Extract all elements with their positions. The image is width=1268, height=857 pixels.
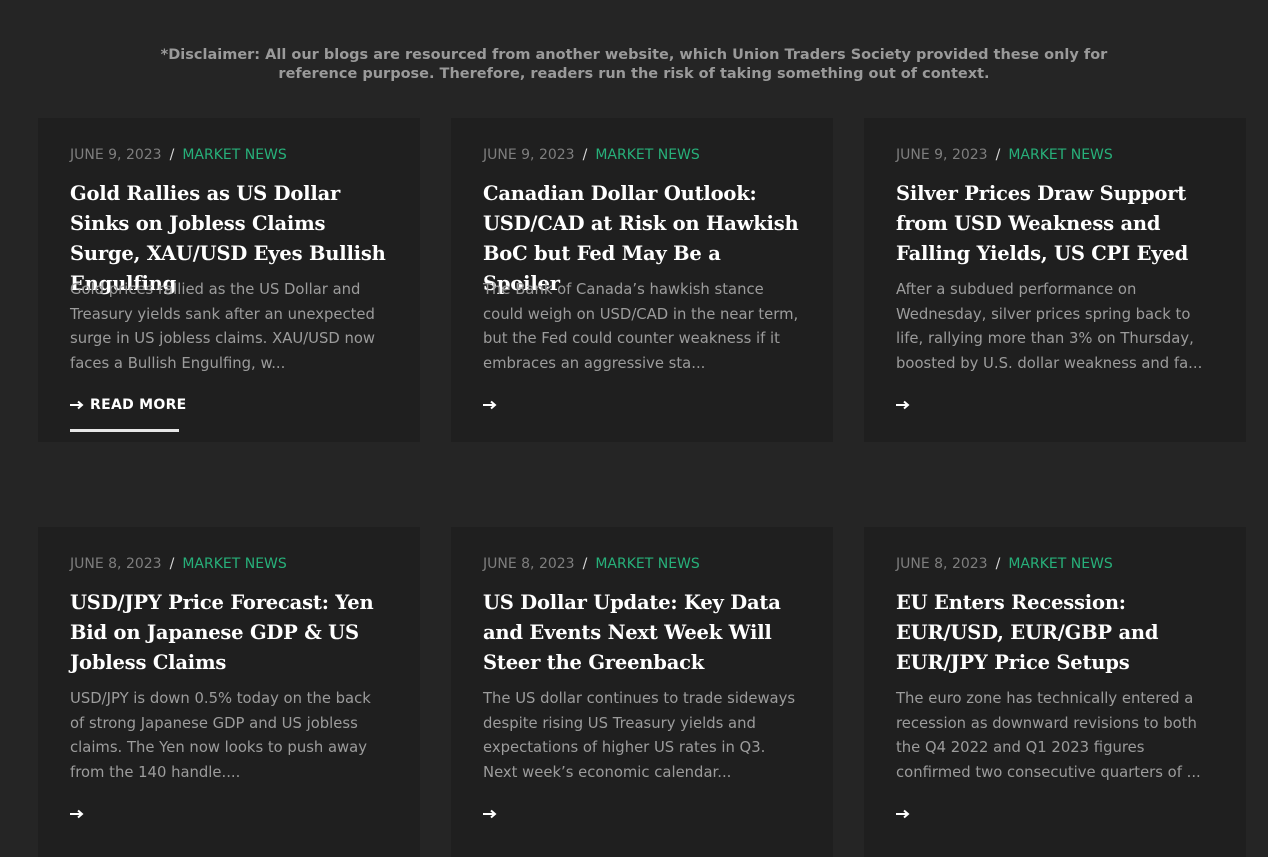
post-category-link[interactable]: MARKET NEWS [595,147,699,163]
blog-card: JUNE 9, 2023 / MARKET NEWS Gold Rallies as… [38,118,420,442]
arrow-right-icon [70,809,84,819]
post-excerpt: The US dollar continues to trade sideway… [483,690,796,781]
post-category-link[interactable]: MARKET NEWS [1008,147,1112,163]
disclaimer-line-1: *Disclaimer: All our blogs are resourced… [160,47,1108,63]
post-category-link[interactable]: MARKET NEWS [595,556,699,572]
post-excerpt: USD/JPY is down 0.5% today on the back o… [70,690,371,781]
post-excerpt: The Bank of Canada’s hawkish stance coul… [483,281,799,372]
post-date: JUNE 8, 2023 [896,556,988,572]
post-title-link[interactable]: US Dollar Update: Key Data and Events Ne… [483,588,801,678]
post-category-link[interactable]: MARKET NEWS [1008,556,1112,572]
disclaimer-line-2: reference purpose. Therefore, readers ru… [278,66,990,82]
post-meta: JUNE 8, 2023 / MARKET NEWS [896,555,1214,573]
post-meta: JUNE 8, 2023 / MARKET NEWS [70,555,388,573]
post-category-link[interactable]: MARKET NEWS [182,556,286,572]
meta-separator: / [582,556,588,572]
post-date: JUNE 8, 2023 [483,556,575,572]
blog-card: JUNE 8, 2023 / MARKET NEWS EU Enters Reces… [864,527,1246,857]
blog-card: JUNE 8, 2023 / MARKET NEWS US Dollar Updat… [451,527,833,857]
post-excerpt: The euro zone has technically entered a … [896,690,1201,781]
blog-card: JUNE 9, 2023 / MARKET NEWS Canadian Dollar… [451,118,833,442]
post-meta: JUNE 9, 2023 / MARKET NEWS [70,146,388,164]
post-date: JUNE 8, 2023 [70,556,162,572]
post-title-link[interactable]: Gold Rallies as US Dollar Sinks on Joble… [70,179,388,295]
meta-separator: / [169,556,175,572]
read-more-button[interactable] [483,804,801,824]
blog-card: JUNE 9, 2023 / MARKET NEWS Silver Prices D… [864,118,1246,442]
blog-page: *Disclaimer: All our blogs are resourced… [0,0,1268,857]
post-date: JUNE 9, 2023 [483,147,575,163]
read-more-button[interactable] [896,804,1214,824]
post-date: JUNE 9, 2023 [896,147,988,163]
post-meta: JUNE 9, 2023 / MARKET NEWS [896,146,1214,164]
read-more-button[interactable] [483,395,801,415]
arrow-right-icon [896,809,910,819]
post-meta: JUNE 9, 2023 / MARKET NEWS [483,146,801,164]
post-title-link[interactable]: Canadian Dollar Outlook: USD/CAD at Risk… [483,179,801,295]
post-meta: JUNE 8, 2023 / MARKET NEWS [483,555,801,573]
arrow-right-icon [70,400,84,410]
post-title-link[interactable]: USD/JPY Price Forecast: Yen Bid on Japan… [70,588,388,678]
meta-separator: / [582,147,588,163]
arrow-right-icon [896,400,910,410]
post-category-link[interactable]: MARKET NEWS [182,147,286,163]
meta-separator: / [995,147,1001,163]
post-excerpt: Gold prices rallied as the US Dollar and… [70,281,376,372]
post-title-link[interactable]: EU Enters Recession: EUR/USD, EUR/GBP an… [896,588,1214,678]
read-more-button[interactable]: READ MORE [70,395,388,415]
blog-card: JUNE 8, 2023 / MARKET NEWS USD/JPY Price F… [38,527,420,857]
arrow-right-icon [483,809,497,819]
post-date: JUNE 9, 2023 [70,147,162,163]
disclaimer-text: *Disclaimer: All our blogs are resourced… [0,46,1268,84]
read-more-label: READ MORE [90,397,187,413]
arrow-right-icon [483,400,497,410]
meta-separator: / [169,147,175,163]
read-more-underline [70,429,179,432]
meta-separator: / [995,556,1001,572]
post-excerpt: After a subdued performance on Wednesday… [896,281,1203,372]
read-more-button[interactable] [896,395,1214,415]
read-more-button[interactable] [70,804,388,824]
post-title-link[interactable]: Silver Prices Draw Support from USD Weak… [896,179,1214,269]
